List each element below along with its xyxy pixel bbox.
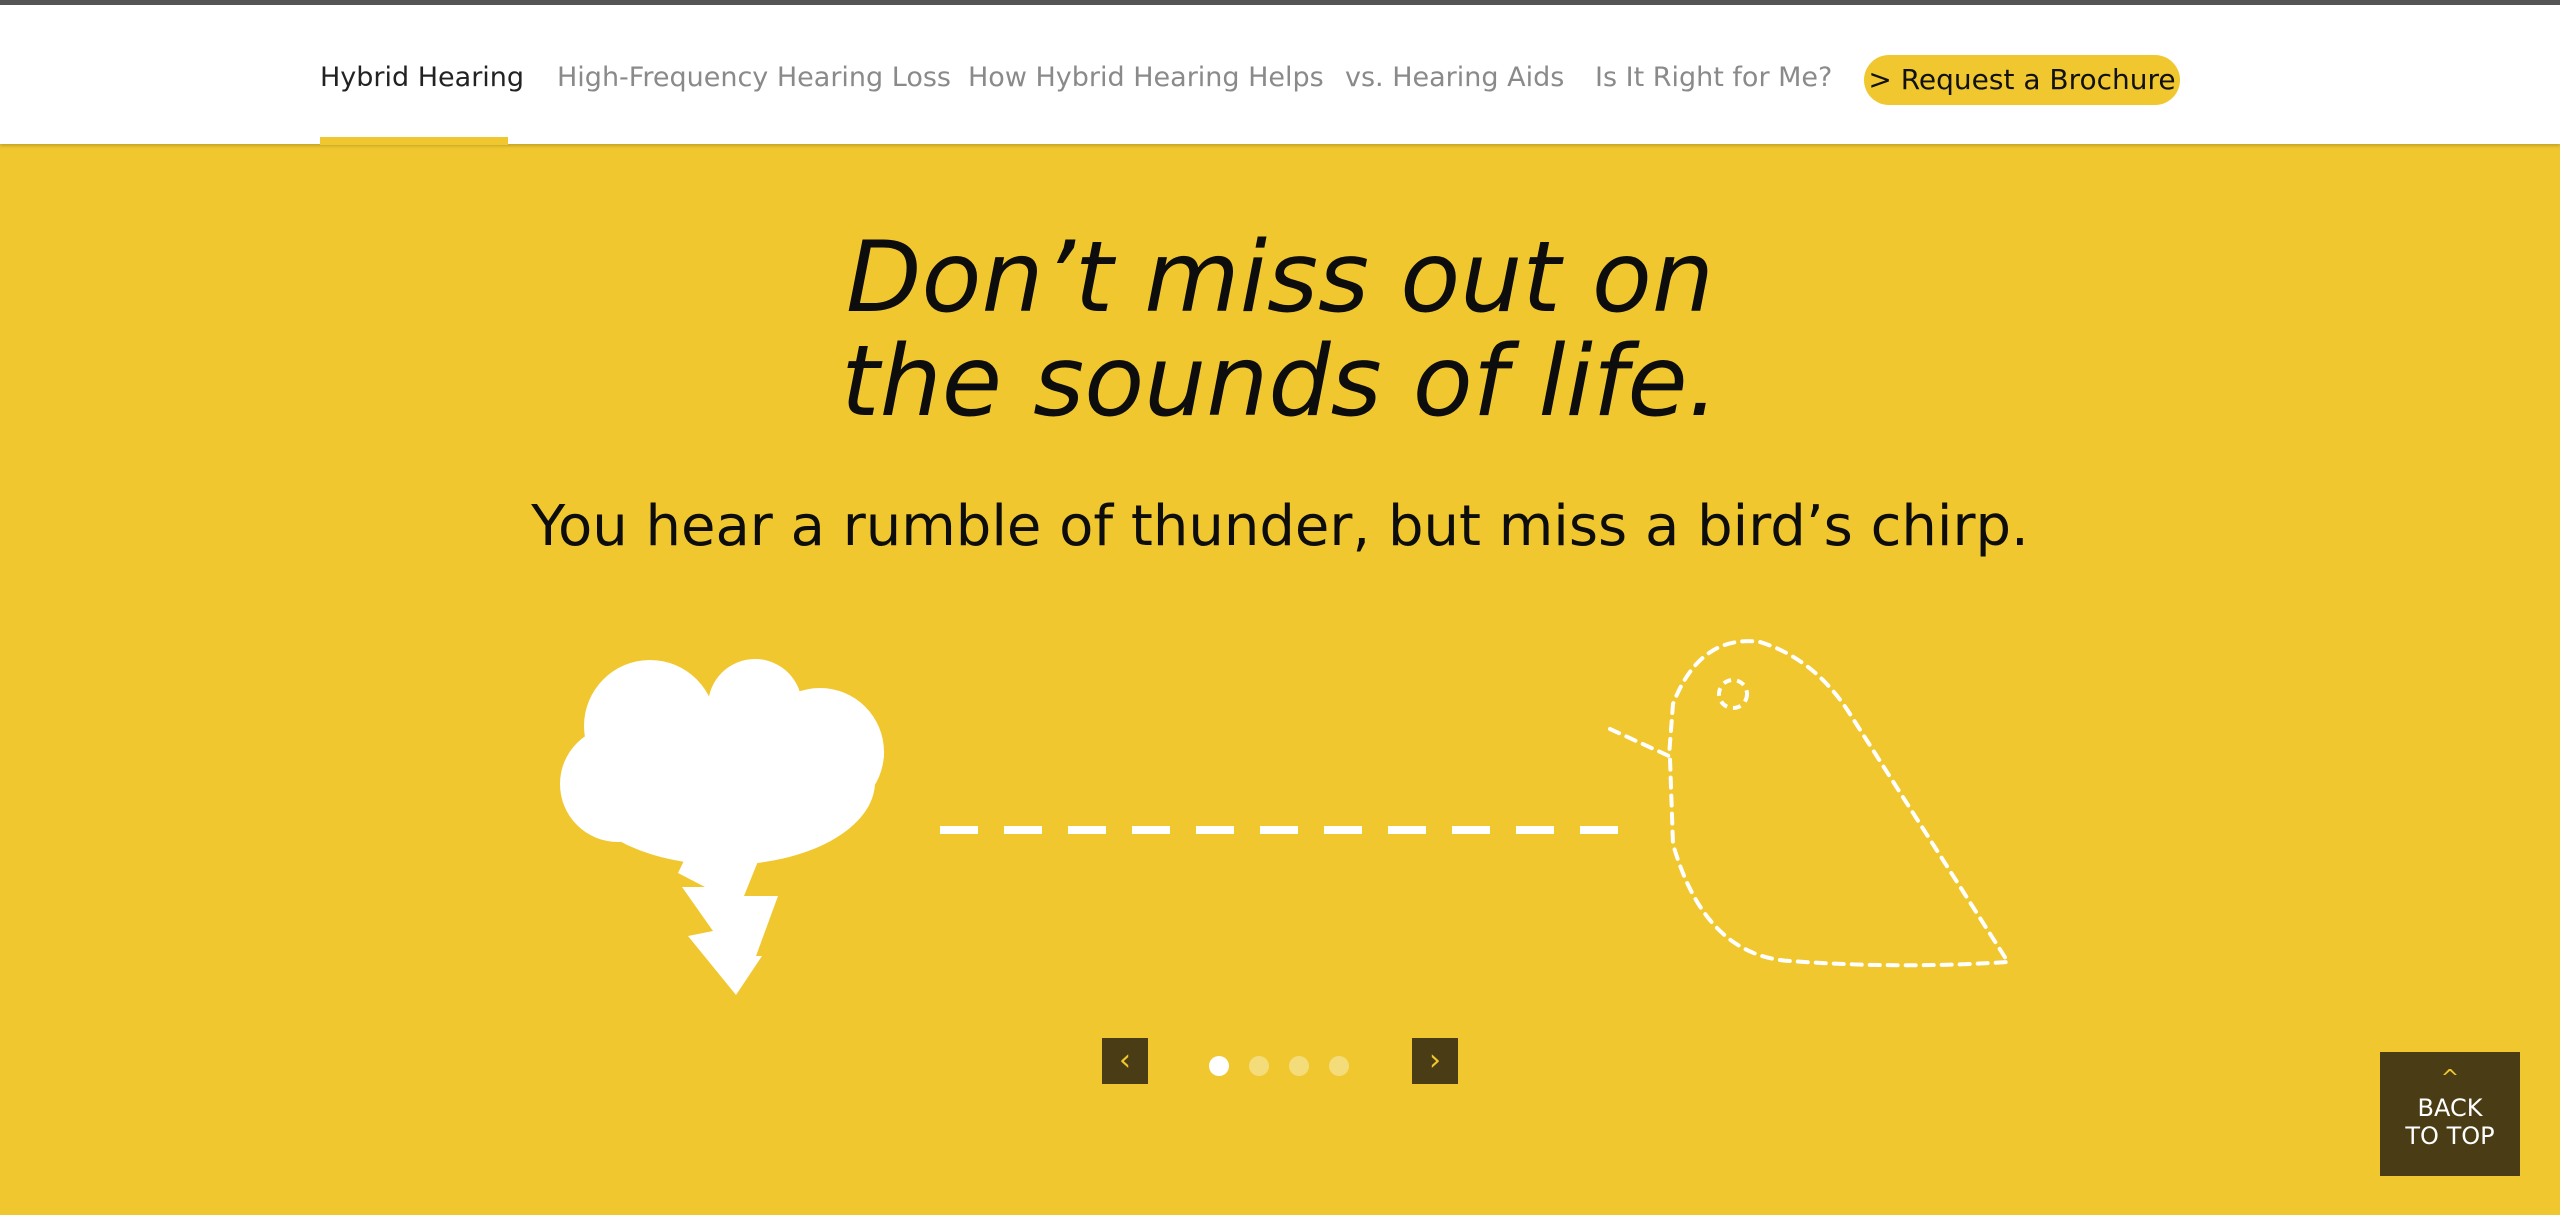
slide-dot-3[interactable] bbox=[1289, 1056, 1309, 1076]
slide-dot-1[interactable] bbox=[1209, 1056, 1229, 1076]
hero-headline-line1: Don’t miss out on bbox=[846, 221, 1714, 335]
previous-slide-button[interactable]: ‹ bbox=[1102, 1038, 1148, 1084]
hero-section: Don’t miss out on the sounds of life. Yo… bbox=[0, 144, 2560, 1215]
caret-up-icon: ^ bbox=[2440, 1066, 2460, 1091]
hero-subline: You hear a rumble of thunder, but miss a… bbox=[531, 494, 2029, 559]
nav-item-how-hybrid-hearing-helps[interactable]: How Hybrid Hearing Helps bbox=[968, 60, 1324, 96]
next-slide-button[interactable]: › bbox=[1412, 1038, 1458, 1084]
nav-item-hybrid-hearing[interactable]: Hybrid Hearing bbox=[320, 60, 524, 96]
nav-item-vs-hearing-aids[interactable]: vs. Hearing Aids bbox=[1345, 60, 1564, 96]
thunder-cloud-icon bbox=[560, 659, 884, 865]
back-to-top-button[interactable]: ^ BACK TO TOP bbox=[2380, 1052, 2520, 1176]
back-to-top-label: BACK TO TOP bbox=[2405, 1094, 2495, 1150]
bird-eye-icon bbox=[1717, 678, 1749, 710]
nav-item-is-it-right-for-me[interactable]: Is It Right for Me? bbox=[1595, 60, 1832, 96]
active-tab-indicator bbox=[320, 137, 508, 145]
request-brochure-button[interactable]: > Request a Brochure bbox=[1864, 55, 2180, 105]
nav-item-high-frequency-hearing-loss[interactable]: High-Frequency Hearing Loss bbox=[557, 60, 951, 96]
lightning-bolt-icon bbox=[678, 834, 778, 995]
top-navigation: Hybrid Hearing High-Frequency Hearing Lo… bbox=[0, 5, 2560, 145]
hero-headline: Don’t miss out on the sounds of life. bbox=[0, 226, 2560, 434]
hero-headline-line2: the sounds of life. bbox=[841, 325, 1719, 439]
slide-dot-2[interactable] bbox=[1249, 1056, 1269, 1076]
bird-outline-icon bbox=[1608, 639, 2012, 968]
slide-dot-4[interactable] bbox=[1329, 1056, 1349, 1076]
